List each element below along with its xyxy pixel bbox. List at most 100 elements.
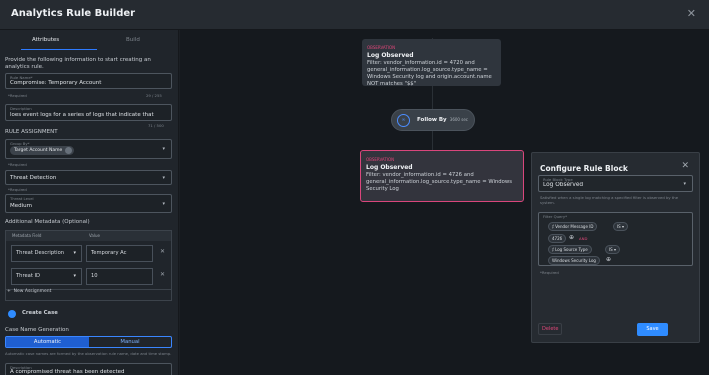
manual-option[interactable]: Manual <box>89 337 171 347</box>
group-by-chip-label: Target Account Name <box>14 148 63 153</box>
case-description-field[interactable]: Description A compromised threat has bee… <box>5 363 172 375</box>
query-field-pill[interactable]: ⁒ Vendor Message ID <box>548 222 598 231</box>
rule-name-count: 29 / 255 <box>146 93 162 98</box>
new-assignment-button[interactable]: + New Assignment <box>7 289 51 294</box>
tab-build[interactable]: Build <box>126 37 140 43</box>
close-icon[interactable]: ✕ <box>160 271 165 278</box>
threat-level-label: Threat Level <box>10 196 34 201</box>
add-condition-icon[interactable]: ⊕ <box>569 234 574 241</box>
close-icon[interactable]: ✕ <box>687 7 696 20</box>
category-value: Threat Detection <box>10 175 57 181</box>
table-cell: Threat Description <box>16 250 65 256</box>
tab-attributes[interactable]: Attributes <box>32 37 59 43</box>
add-condition-icon[interactable]: ⊕ <box>606 256 611 263</box>
table-header: Metadata Field Value <box>6 231 171 241</box>
attributes-panel: Attributes Build Provide the following i… <box>0 30 179 375</box>
automatic-option[interactable]: Automatic <box>6 337 89 347</box>
query-value-text: 4726 <box>552 236 563 241</box>
observation-label: OBSERVATION <box>366 157 395 162</box>
delete-button[interactable]: Delete <box>538 323 563 335</box>
query-value-text: Windows Security Log <box>552 258 596 263</box>
node-name: Log Observed <box>366 164 413 171</box>
chevron-down-icon[interactable]: ▾ <box>162 175 165 181</box>
node-name: Log Observed <box>367 52 414 59</box>
table-cell: Threat ID <box>16 273 41 279</box>
chip-remove-icon[interactable] <box>65 147 73 154</box>
rule-name-field[interactable]: Rule Name* Compromise: Temporary Account <box>5 73 172 89</box>
query-field-text: Log Source Type <box>555 247 588 252</box>
rule-block-type-select[interactable]: Rule Block Type Log Observed ▾ <box>538 175 693 192</box>
threat-level-value: Medium <box>10 203 32 209</box>
rule-name-value: Compromise: Temporary Account <box>10 80 102 86</box>
metadata-value-input[interactable]: 10 <box>86 268 153 285</box>
metadata-heading: Additional Metadata (Optional) <box>5 219 90 225</box>
table-cell: Temporary Ac <box>91 250 127 256</box>
group-by-help: *Required <box>8 162 27 167</box>
panel-title: Configure Rule Block <box>540 164 628 173</box>
description-value: loes event logs for a series of logs tha… <box>10 112 154 118</box>
rule-canvas[interactable]: OBSERVATION Log Observed Filter: vendor_… <box>180 30 709 375</box>
title-bar: Analytics Rule Builder ✕ <box>0 0 709 30</box>
query-field-text: Vendor Message ID <box>555 224 594 229</box>
metadata-field-select[interactable]: Threat Description ▾ <box>11 245 82 262</box>
observation-node-1[interactable]: OBSERVATION Log Observed Filter: vendor_… <box>362 39 501 87</box>
query-value-pill[interactable]: Windows Security Log <box>548 256 600 265</box>
follow-by-label: Follow By <box>417 117 447 123</box>
rule-block-type-value: Log Observed <box>543 182 584 188</box>
query-value-pill[interactable]: 4726 <box>548 234 567 243</box>
filter-query-help: *Required <box>540 270 559 275</box>
filter-query-label: Filter Query* <box>543 214 568 219</box>
description-count: 71 / 500 <box>148 123 164 128</box>
close-icon[interactable]: ✕ <box>160 248 165 255</box>
follow-by-time: 3600 sec <box>449 117 468 122</box>
threat-level-select[interactable]: Threat Level Medium ▾ <box>5 194 172 213</box>
node-filter: Filter: vendor_information.id = 4720 and… <box>367 60 492 87</box>
column-header: Metadata Field <box>12 233 42 238</box>
follow-by-node[interactable]: ∞ Follow By 3600 sec <box>391 109 475 131</box>
create-case-toggle[interactable] <box>8 310 16 318</box>
tab-bar: Attributes Build <box>5 34 173 54</box>
close-icon[interactable]: ✕ <box>681 161 689 171</box>
window-title: Analytics Rule Builder <box>11 8 136 19</box>
case-description-value: A compromised threat has been detected <box>10 369 125 375</box>
rule-block-type-help: Satisfied when a single log matching a s… <box>540 195 679 205</box>
category-select[interactable]: Threat Detection ▾ <box>5 170 172 185</box>
plus-icon: + <box>7 289 14 294</box>
operator-text: IS <box>617 224 621 229</box>
configure-rule-block-panel: Configure Rule Block ✕ Rule Block Type L… <box>531 152 700 343</box>
group-by-field[interactable]: Group By* Target Account Name ▾ <box>5 139 172 159</box>
column-header: Value <box>89 233 100 238</box>
rule-assignment-heading: RULE ASSIGNMENT <box>5 129 58 135</box>
create-case-label: Create Case <box>22 310 58 316</box>
metadata-field-select[interactable]: Threat ID ▾ <box>11 268 82 285</box>
case-name-help: Automatic case names are formed by the o… <box>5 351 172 356</box>
observation-node-2[interactable]: OBSERVATION Log Observed Filter: vendor_… <box>360 150 524 202</box>
query-field-pill[interactable]: ⁒ Log Source Type <box>548 245 592 254</box>
observation-label: OBSERVATION <box>367 45 396 50</box>
chevron-down-icon[interactable]: ▾ <box>73 246 76 261</box>
active-tab-indicator <box>21 49 97 50</box>
rule-name-help: *Required <box>8 93 27 98</box>
metadata-value-input[interactable]: Temporary Ac <box>86 245 153 262</box>
description-label: Description <box>10 106 32 111</box>
node-filter: Filter: vendor_information.id = 4726 and… <box>366 172 512 192</box>
table-cell: 10 <box>91 273 98 279</box>
operator-text: IS <box>609 247 613 252</box>
save-button[interactable]: Save <box>637 323 668 336</box>
case-name-toggle: Automatic Manual <box>5 336 172 348</box>
filter-query-field[interactable]: Filter Query* ⁒ Vendor Message ID IS ▾ 4… <box>538 212 693 266</box>
case-name-heading: Case Name Generation <box>5 327 69 333</box>
category-help: *Required <box>8 187 27 192</box>
and-operator[interactable]: AND <box>579 236 587 241</box>
chevron-down-icon[interactable]: ▾ <box>162 201 165 207</box>
chevron-down-icon[interactable]: ▾ <box>683 181 686 187</box>
chevron-down-icon[interactable]: ▾ <box>162 146 165 152</box>
chevron-down-icon[interactable]: ▾ <box>73 269 76 284</box>
intro-text: Provide the following information to sta… <box>5 57 151 70</box>
description-field[interactable]: Description loes event logs for a series… <box>5 104 172 121</box>
link-icon: ∞ <box>397 114 410 127</box>
operator-pill[interactable]: IS ▾ <box>605 245 620 254</box>
group-by-chip[interactable]: Target Account Name <box>10 146 75 155</box>
operator-pill[interactable]: IS ▾ <box>613 222 628 231</box>
new-assignment-label: New Assignment <box>13 289 52 294</box>
